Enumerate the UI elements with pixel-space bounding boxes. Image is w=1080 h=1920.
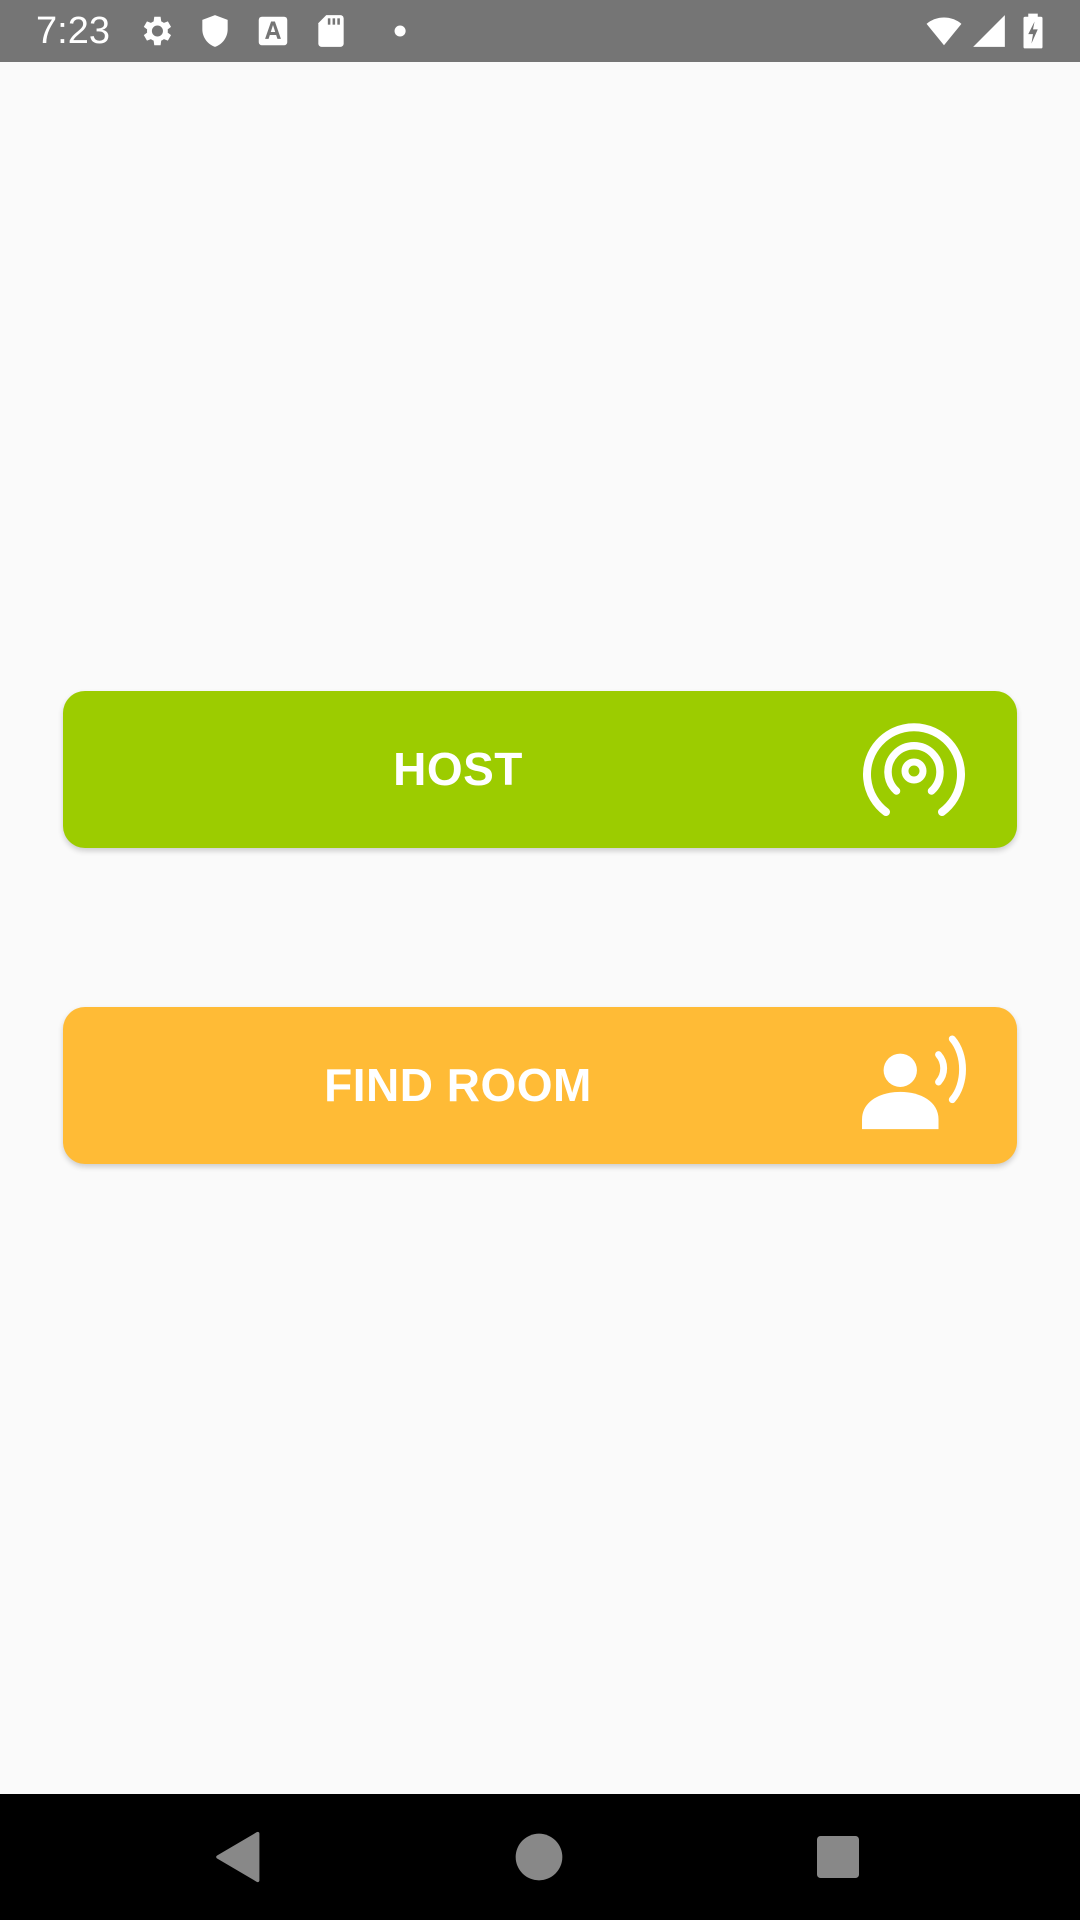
screen: 7:23 HOST FIND ROOM (0, 0, 1080, 1920)
broadcast-icon (859, 719, 969, 821)
text-a-icon (254, 12, 292, 50)
person-voice-icon (859, 1033, 969, 1135)
wifi-icon (922, 12, 966, 50)
shield-icon (196, 12, 234, 50)
back-icon[interactable] (211, 1829, 267, 1885)
status-bar: 7:23 (0, 0, 1080, 62)
recents-icon[interactable] (810, 1829, 866, 1885)
dot-icon (370, 12, 408, 50)
host-button-label: HOST (393, 743, 523, 795)
find-room-button[interactable]: FIND ROOM (63, 1007, 1017, 1164)
settings-icon (137, 12, 175, 50)
navigation-bar (0, 1794, 1080, 1920)
battery-charging-icon (1018, 12, 1048, 50)
status-time: 7:23 (36, 10, 110, 52)
cell-signal-icon (970, 12, 1008, 50)
home-icon[interactable] (511, 1829, 567, 1885)
host-button[interactable]: HOST (63, 691, 1017, 848)
find-room-button-label: FIND ROOM (324, 1059, 592, 1111)
sd-card-icon (312, 12, 350, 50)
